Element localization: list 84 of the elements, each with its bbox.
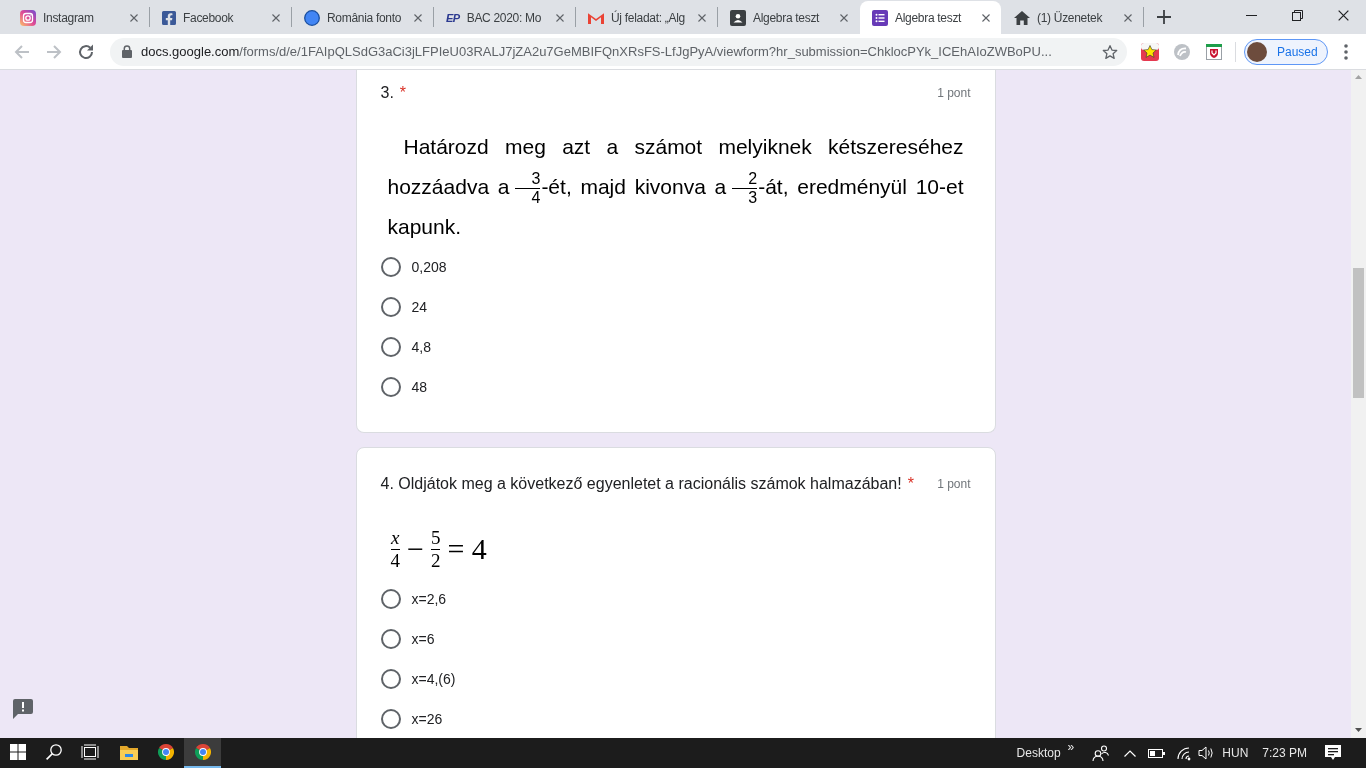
people-icon[interactable] (1092, 745, 1110, 761)
circle-icon (304, 9, 320, 26)
minimize-icon (1245, 14, 1257, 16)
close-icon (1124, 13, 1132, 22)
forward-arrow-icon (46, 43, 62, 60)
option-label[interactable]: x=4,(6) (411, 668, 456, 690)
lock-icon (122, 45, 132, 58)
close-icon (840, 13, 848, 22)
option-label[interactable]: 0,208 (411, 256, 447, 278)
points-label: 1 pont (937, 85, 971, 102)
menu-icon (1343, 43, 1348, 60)
close-icon (414, 13, 422, 22)
mail-icon (588, 11, 604, 24)
close-icon (272, 13, 280, 22)
scroll-down-icon[interactable] (1355, 728, 1362, 732)
browser-tab[interactable]: Facebook (150, 1, 291, 34)
browser-icon (194, 744, 211, 760)
task-view-icon (81, 744, 99, 760)
reload-icon (78, 43, 94, 60)
notification-icon[interactable] (1325, 745, 1341, 761)
browser-tab[interactable]: Új feladat: „Alg (576, 1, 717, 34)
close-icon (1337, 9, 1349, 21)
taskbar-button[interactable] (184, 738, 221, 768)
required-asterisk: * (907, 475, 914, 492)
plus-icon (1157, 10, 1171, 24)
restore-icon (1291, 9, 1303, 21)
star-icon (1102, 43, 1118, 60)
radio-button[interactable] (380, 337, 401, 357)
option-label[interactable]: 24 (411, 296, 428, 318)
round-logo-icon (1174, 43, 1190, 60)
browser-icon (157, 744, 174, 760)
folder-icon (119, 744, 138, 760)
radio-button[interactable] (380, 709, 401, 729)
browser-tab[interactable]: România fonto (292, 1, 433, 34)
option-label[interactable]: 4,8 (411, 336, 431, 358)
browser-tab[interactable]: Algebra teszt (718, 1, 859, 34)
language-indicator[interactable]: HUN (1222, 744, 1249, 762)
caret-up-icon[interactable] (1124, 749, 1137, 757)
points-label: 1 pont (937, 476, 971, 493)
question-title: 4. Oldjátok meg a következő egyenletet a racionális számok halmazában! (380, 475, 902, 492)
avatar-icon (1247, 41, 1267, 62)
radio-button[interactable] (380, 589, 401, 609)
option-label[interactable]: 48 (411, 376, 428, 398)
clock-text[interactable]: 7:23 PM (1262, 744, 1307, 762)
radio-button[interactable] (380, 377, 401, 397)
radio-button[interactable] (380, 257, 401, 277)
feedback-button[interactable] (12, 698, 34, 720)
browser-tab[interactable]: EP BAC 2020: Mo (434, 1, 575, 34)
browser-tab[interactable]: Instagram (8, 1, 149, 34)
browser-tab[interactable]: (1) Üzenetek (1002, 1, 1143, 34)
profile-button[interactable]: Paused (1244, 38, 1328, 65)
volume-icon[interactable] (1198, 745, 1215, 761)
close-icon (982, 13, 990, 22)
required-asterisk: * (399, 84, 407, 101)
radio-button[interactable] (380, 669, 401, 689)
form-list-icon (872, 9, 888, 26)
close-icon (130, 13, 138, 22)
search-icon (46, 744, 62, 760)
home-icon (1014, 10, 1030, 25)
star-badge-icon (1141, 42, 1159, 61)
site-logo: EP (446, 11, 460, 24)
shield-icon (1206, 43, 1222, 60)
toolbar-expand-button[interactable]: » (1067, 741, 1075, 753)
url-text: docs.google.com/forms/d/e/1FAIpQLSdG3aCi3jLFPIeU03RALJ7jZA2u7GeMBIFQnXRsFS-LfJgPyA/viewform?hr_submission=ChklocPYk_ICEhAIoZWBoPU... (141, 42, 1053, 61)
option-label[interactable]: x=6 (411, 628, 435, 650)
report-bubble-icon (13, 699, 33, 719)
contact-card-icon (730, 9, 746, 26)
option-label[interactable]: x=2,6 (411, 588, 447, 610)
windows-logo-icon (10, 744, 26, 760)
close-icon (698, 13, 706, 22)
browser-tab[interactable]: Algebra teszt (860, 1, 1001, 34)
address-bar[interactable]: docs.google.com/forms/d/e/1FAIpQLSdG3aCi3jLFPIeU03RALJ7jZA2u7GeMBIFQnXRsFS-LfJgPyA/viewform?hr_submission=ChklocPYk_ICEhAIoZWBoPU... (110, 37, 1127, 66)
back-arrow-icon (14, 43, 30, 60)
toolbar-label[interactable]: Desktop (1016, 744, 1061, 762)
radio-button[interactable] (380, 629, 401, 649)
radio-button[interactable] (380, 297, 401, 317)
close-icon (556, 13, 564, 22)
scrollbar-thumb[interactable] (1353, 268, 1364, 398)
camera-icon (20, 9, 36, 26)
question-title: 3. (380, 84, 394, 101)
wifi-icon[interactable] (1175, 745, 1192, 761)
option-label[interactable]: x=26 (411, 708, 443, 730)
f-logo-icon (162, 9, 176, 26)
battery-icon[interactable] (1148, 748, 1166, 758)
